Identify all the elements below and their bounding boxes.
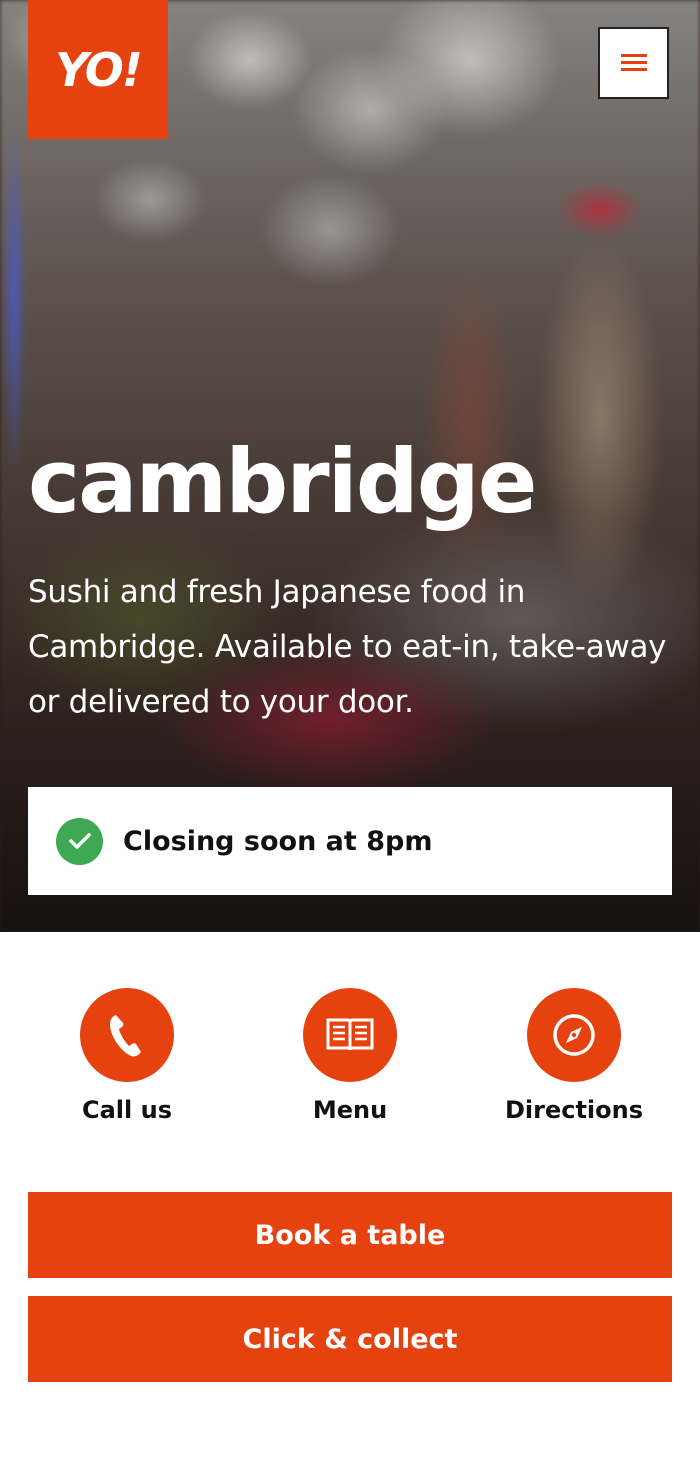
check-icon [56, 817, 103, 865]
phone-icon [80, 988, 174, 1082]
hamburger-icon [620, 54, 647, 72]
click-collect-button[interactable]: Click & collect [28, 1296, 672, 1382]
directions-label: Directions [504, 1096, 644, 1124]
call-us-button[interactable]: Call us [27, 988, 227, 1124]
book-icon [303, 988, 397, 1082]
book-table-button[interactable]: Book a table [28, 1192, 672, 1278]
opening-status-card: Closing soon at 8pm [28, 787, 672, 895]
menu-label: Menu [312, 1096, 388, 1124]
directions-button[interactable]: Directions [474, 988, 674, 1124]
call-us-label: Call us [82, 1096, 172, 1124]
hero-description: Sushi and fresh Japanese food in Cambrid… [28, 574, 667, 720]
menu-link-button[interactable]: Menu [250, 988, 450, 1124]
opening-status-text: Closing soon at 8pm [123, 825, 433, 857]
page-title: cambridge [28, 430, 537, 533]
brand-logo[interactable]: YO! [28, 0, 168, 139]
menu-button[interactable] [598, 27, 669, 99]
compass-icon [527, 988, 621, 1082]
hero-section: YO! cambridge Sushi and fresh Japanese f… [0, 0, 700, 932]
